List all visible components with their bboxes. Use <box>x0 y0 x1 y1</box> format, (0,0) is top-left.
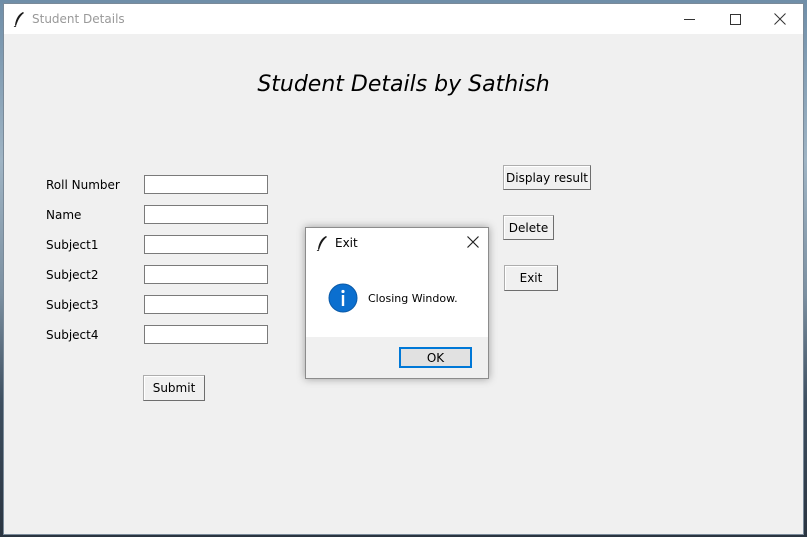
ok-button[interactable]: OK <box>399 347 472 368</box>
subject3-field[interactable] <box>144 295 268 314</box>
subject4-field[interactable] <box>144 325 268 344</box>
subject2-field[interactable] <box>144 265 268 284</box>
roll-number-label: Roll Number <box>46 178 120 192</box>
dialog-message: Closing Window. <box>368 292 458 305</box>
page-heading: Student Details by Sathish <box>257 72 550 97</box>
window-title: Student Details <box>32 12 125 26</box>
exit-button[interactable]: Exit <box>504 265 558 291</box>
maximize-button[interactable] <box>712 4 758 34</box>
feather-icon <box>13 12 24 27</box>
subject1-label: Subject1 <box>46 238 99 252</box>
close-button[interactable] <box>757 4 803 34</box>
close-icon <box>774 13 786 25</box>
subject3-label: Subject3 <box>46 298 99 312</box>
name-field[interactable] <box>144 205 268 224</box>
delete-button[interactable]: Delete <box>503 215 554 240</box>
feather-icon <box>316 236 327 251</box>
dialog-title: Exit <box>335 236 358 250</box>
roll-number-field[interactable] <box>144 175 268 194</box>
info-icon <box>328 283 358 313</box>
exit-dialog: Exit Closing Window. OK <box>305 227 489 379</box>
dialog-close-icon[interactable] <box>466 235 480 249</box>
name-label: Name <box>46 208 82 222</box>
subject4-label: Subject4 <box>46 328 99 342</box>
maximize-icon <box>729 13 741 25</box>
dialog-footer: OK <box>306 337 488 378</box>
minimize-button[interactable] <box>666 4 712 34</box>
subject2-label: Subject2 <box>46 268 99 282</box>
title-bar[interactable]: Student Details <box>4 4 803 34</box>
subject1-field[interactable] <box>144 235 268 254</box>
minimize-icon <box>683 18 695 20</box>
submit-button[interactable]: Submit <box>143 375 205 401</box>
display-result-button[interactable]: Display result <box>503 165 591 190</box>
